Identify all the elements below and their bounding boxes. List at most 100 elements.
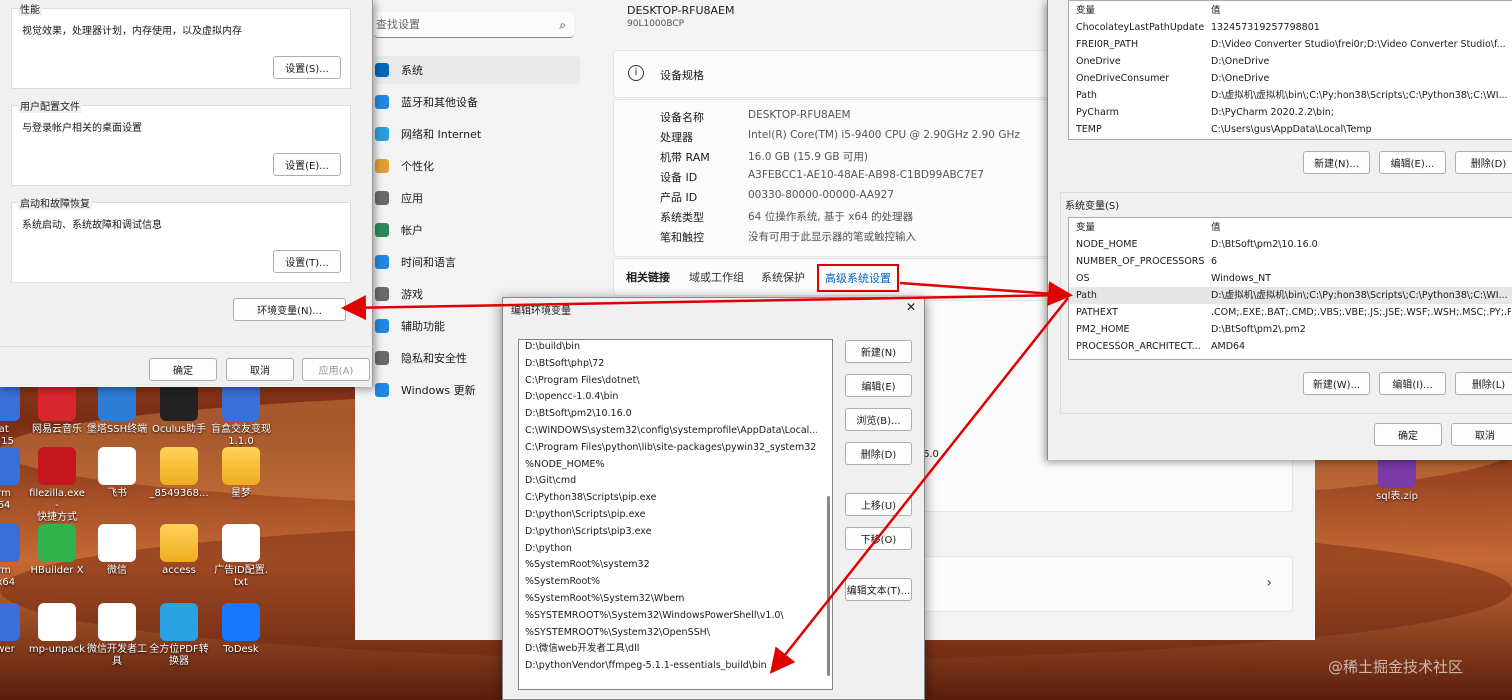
path-entry[interactable]: C:\Python38\Scripts\pip.exe	[525, 489, 817, 506]
new-path-button[interactable]: 新建(N)	[845, 340, 912, 363]
variable-name: PM2_HOME	[1076, 324, 1130, 335]
path-entry[interactable]: D:\BtSoft\pm2\10.16.0	[525, 405, 817, 422]
path-entry[interactable]: %NODE_HOME%	[525, 456, 817, 473]
path-entry[interactable]: %SystemRoot%	[525, 573, 817, 590]
delete-path-button[interactable]: 删除(D)	[845, 442, 912, 465]
startup-settings-button[interactable]: 设置(T)...	[273, 250, 341, 273]
nav-label: 应用	[401, 192, 423, 205]
env-ok-button[interactable]: 确定	[1374, 423, 1442, 446]
table-row[interactable]: Path D:\虚拟机\虚拟机\bin\;C:\Py;hon38\Scripts\…	[1069, 87, 1512, 104]
variable-value: C:\Users\gus\AppData\Local\Temp	[1211, 124, 1372, 135]
desktop-shortcut[interactable]: 盲盒交友变现 1.1.0	[210, 383, 272, 448]
table-row[interactable]: NUMBER_OF_PROCESSORS 6	[1069, 253, 1512, 270]
path-entry[interactable]: C:\Program Files\dotnet\	[525, 372, 817, 389]
apply-button[interactable]: 应用(A)	[302, 358, 370, 381]
desktop-shortcut[interactable]: _8549368...	[148, 447, 210, 500]
path-entry[interactable]: D:\python	[525, 540, 817, 557]
search-icon[interactable]: ⌕	[559, 12, 566, 38]
desktop-shortcut[interactable]: 网易云音乐	[26, 383, 88, 436]
desktop-shortcut[interactable]: 堡塔SSH终端	[86, 383, 148, 436]
table-row[interactable]: OneDrive D:\OneDrive	[1069, 53, 1512, 70]
path-entry[interactable]: C:\Program Files\python\lib\site-package…	[525, 439, 817, 456]
edit-path-button[interactable]: 编辑(E)	[845, 374, 912, 397]
user-new-button[interactable]: 新建(N)...	[1303, 151, 1370, 174]
desktop-shortcut[interactable]: 飞书	[86, 447, 148, 500]
table-row[interactable]: ChocolateyLastPathUpdate 1324573192577988…	[1069, 19, 1512, 36]
env-cancel-button[interactable]: 取消	[1451, 423, 1512, 446]
table-row[interactable]: OS Windows_NT	[1069, 270, 1512, 287]
user-edit-button[interactable]: 编辑(E)...	[1379, 151, 1446, 174]
cancel-button[interactable]: 取消	[226, 358, 294, 381]
settings-search-input[interactable]: 查找设置 ⌕	[374, 12, 574, 38]
variable-name: OS	[1076, 273, 1090, 284]
system-vars-table[interactable]: 变量 值 NODE_HOME D:\BtSoft\pm2\10.16.0 NUMBER_…	[1068, 217, 1512, 360]
path-entry[interactable]: D:\opencc-1.0.4\bin	[525, 388, 817, 405]
move-up-button[interactable]: 上移(U)	[845, 493, 912, 516]
path-entry[interactable]: D:\build\bin	[525, 340, 817, 355]
variable-name: NUMBER_OF_PROCESSORS	[1076, 256, 1205, 267]
system-edit-button[interactable]: 编辑(I)...	[1379, 372, 1446, 395]
path-entry[interactable]: D:\微信web开发者工具\dll	[525, 640, 817, 657]
desktop-shortcut[interactable]: 全方位PDF转 换器	[148, 603, 210, 668]
desktop-shortcut[interactable]: HBuilder X	[26, 524, 88, 577]
system-protection-link[interactable]: 系统保护	[761, 269, 805, 285]
desktop-shortcut[interactable]: 广告ID配置. txt	[210, 524, 272, 589]
nav-item[interactable]: 应用	[375, 184, 580, 212]
user-vars-table[interactable]: 变量 值 ChocolateyLastPathUpdate 1324573192577…	[1068, 0, 1512, 140]
table-row[interactable]: PM2_HOME D:\BtSoft\pm2\.pm2	[1069, 321, 1512, 338]
table-row[interactable]: PyCharm D:\PyCharm 2020.2.2\bin;	[1069, 104, 1512, 121]
desktop-shortcut[interactable]: filezilla.exe - 快捷方式	[26, 447, 88, 524]
path-entry[interactable]: %SYSTEMROOT%\System32\WindowsPowerShell\…	[525, 607, 817, 624]
path-entry[interactable]: D:\python\Scripts\pip3.exe	[525, 523, 817, 540]
path-entry[interactable]: %SystemRoot%\system32	[525, 556, 817, 573]
path-entry[interactable]: D:\Git\cmd	[525, 472, 817, 489]
table-row[interactable]: NODE_HOME D:\BtSoft\pm2\10.16.0	[1069, 236, 1512, 253]
path-entry[interactable]: %SYSTEMROOT%\System32\OpenSSH\	[525, 624, 817, 641]
app-icon	[0, 447, 20, 485]
path-entry[interactable]: %SystemRoot%\System32\Wbem	[525, 590, 817, 607]
path-entry[interactable]: D:\python\Scripts\pip.exe	[525, 506, 817, 523]
netease-music-icon	[38, 383, 76, 421]
startup-title: 启动和故障恢复	[18, 195, 92, 210]
nav-item[interactable]: 蓝牙和其他设备	[375, 88, 580, 116]
desktop-shortcut[interactable]: Oculus助手	[148, 383, 210, 436]
desktop-shortcut[interactable]: 微信	[86, 524, 148, 577]
table-row[interactable]: TEMP C:\Users\gus\AppData\Local\Temp	[1069, 121, 1512, 138]
edit-text-button[interactable]: 编辑文本(T)...	[845, 578, 912, 601]
desktop-shortcut[interactable]: access	[148, 524, 210, 577]
table-row[interactable]: OneDriveConsumer D:\OneDrive	[1069, 70, 1512, 87]
move-down-button[interactable]: 下移(O)	[845, 527, 912, 550]
advanced-system-settings-link[interactable]: 高级系统设置	[817, 264, 899, 292]
ok-button[interactable]: 确定	[149, 358, 217, 381]
performance-settings-button[interactable]: 设置(S)...	[273, 56, 341, 79]
desktop-shortcut[interactable]: 微信开发者工 具	[86, 603, 148, 668]
spec-value: 64 位操作系统, 基于 x64 的处理器	[748, 211, 914, 223]
path-list[interactable]: D:\build\bin D:\BtSoft\php\72 C:\Program F…	[518, 339, 833, 690]
browse-button[interactable]: 浏览(B)...	[845, 408, 912, 431]
system-delete-button[interactable]: 删除(L)	[1455, 372, 1512, 395]
table-row[interactable]: FREI0R_PATH D:\Video Converter Studio\fre…	[1069, 36, 1512, 53]
profile-settings-button[interactable]: 设置(E)...	[273, 153, 341, 176]
close-icon[interactable]: ✕	[906, 300, 916, 314]
desktop-shortcut[interactable]: mp-unpack	[26, 603, 88, 656]
system-new-button[interactable]: 新建(W)...	[1303, 372, 1370, 395]
app-icon	[222, 383, 260, 421]
desktop-shortcut[interactable]: 星梦	[210, 447, 272, 500]
path-entry[interactable]: D:\BtSoft\php\72	[525, 355, 817, 372]
path-entry[interactable]: C:\WINDOWS\system32\config\systemprofile…	[525, 422, 817, 439]
path-entry[interactable]: D:\pythonVendor\ffmpeg-5.1.1-essentials_…	[525, 657, 817, 674]
domain-workgroup-link[interactable]: 域或工作组	[689, 269, 744, 285]
desktop-shortcut[interactable]: ToDesk	[210, 603, 272, 656]
user-delete-button[interactable]: 删除(D)	[1455, 151, 1512, 174]
table-row[interactable]: PATHEXT .COM;.EXE;.BAT;.CMD;.VBS;.VBE;.JS…	[1069, 304, 1512, 321]
nav-item[interactable]: 系统	[375, 56, 580, 84]
nav-item[interactable]: 个性化	[375, 152, 580, 180]
nav-item[interactable]: 时间和语言	[375, 248, 580, 276]
nav-icon	[375, 63, 389, 77]
scrollbar-thumb[interactable]	[827, 496, 830, 676]
nav-item[interactable]: 帐户	[375, 216, 580, 244]
environment-variables-button[interactable]: 环境变量(N)...	[233, 298, 346, 321]
nav-item[interactable]: 网络和 Internet	[375, 120, 580, 148]
table-row[interactable]: PROCESSOR_ARCHITECT... AMD64	[1069, 338, 1512, 355]
table-row[interactable]: Path D:\虚拟机\虚拟机\bin\;C:\Py;hon38\Scripts\…	[1069, 287, 1512, 304]
